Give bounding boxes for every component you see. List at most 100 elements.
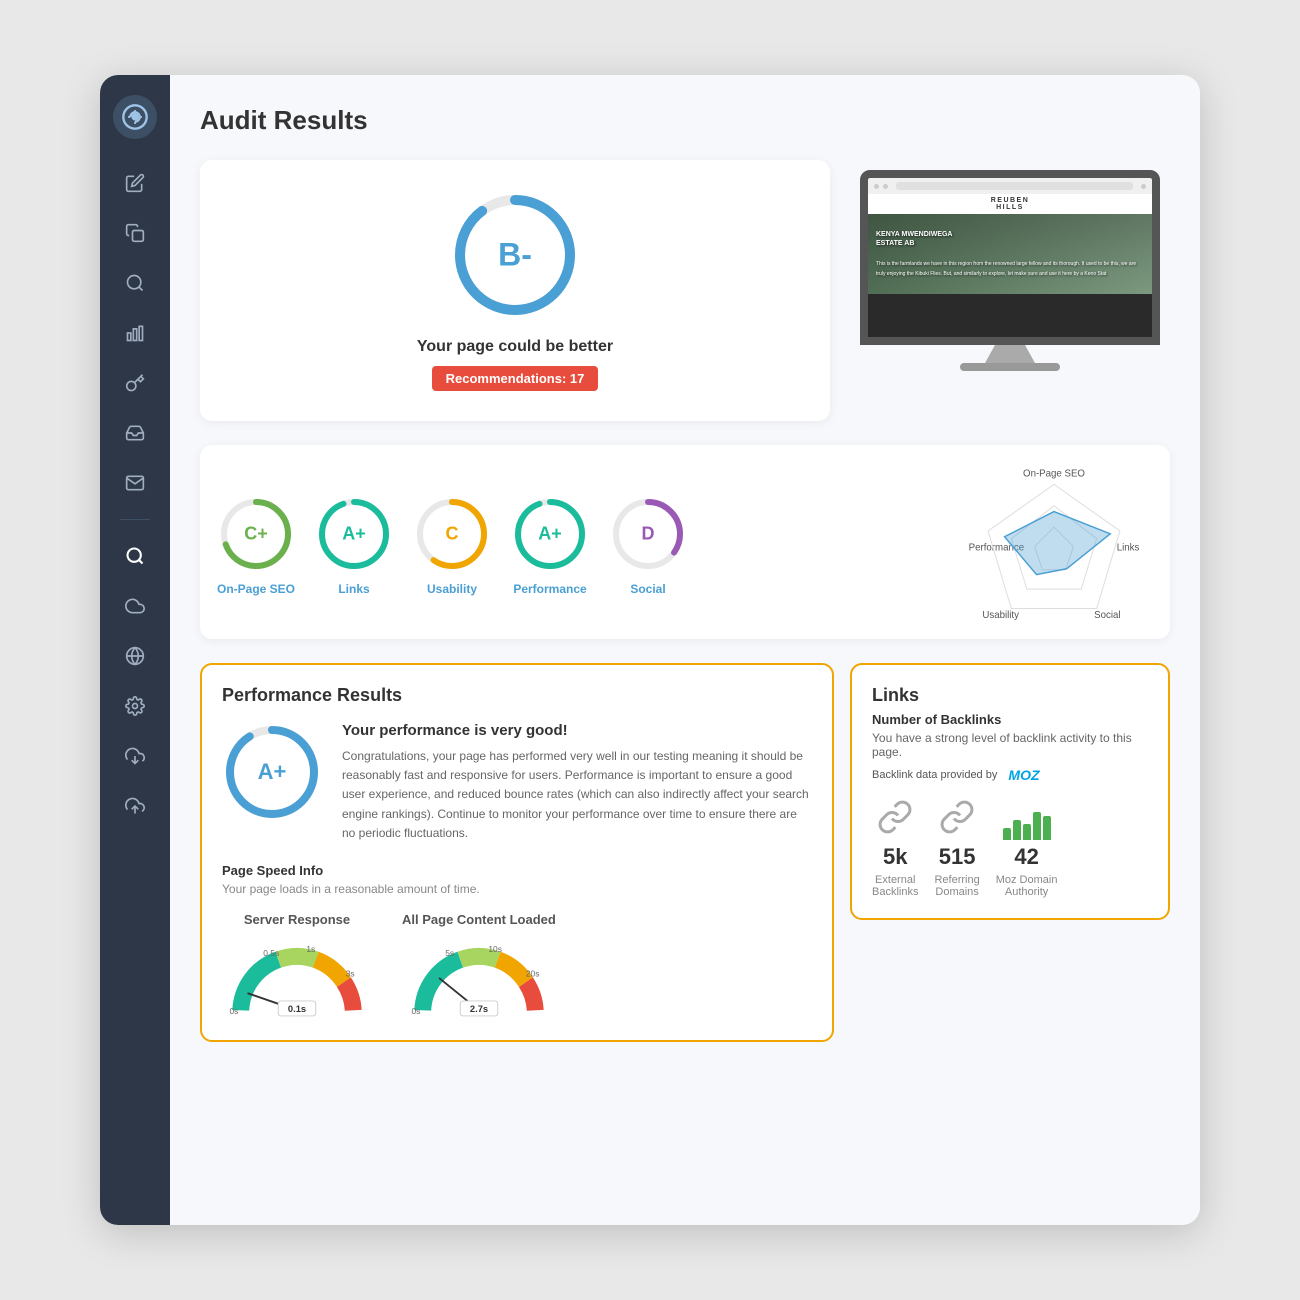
sidebar-item-settings[interactable] bbox=[115, 686, 155, 726]
performance-headline: Your performance is very good! bbox=[342, 722, 812, 739]
bar-2 bbox=[1013, 820, 1021, 840]
bar-chart-icon bbox=[1003, 804, 1051, 840]
backlinks-desc2: Backlink data provided by bbox=[872, 769, 997, 781]
overall-grade-label: B- bbox=[498, 237, 532, 274]
page-speed-title: Page Speed Info bbox=[222, 863, 812, 878]
score-grade-social: D bbox=[642, 524, 655, 545]
score-grade-seo: C+ bbox=[244, 524, 268, 545]
score-grade-performance: A+ bbox=[538, 524, 562, 545]
score-circle-seo: C+ bbox=[216, 494, 296, 574]
logo[interactable] bbox=[113, 95, 157, 139]
sidebar-item-inbox[interactable] bbox=[115, 413, 155, 453]
sidebar-item-upload[interactable] bbox=[115, 786, 155, 826]
bar-3 bbox=[1023, 824, 1031, 840]
monitor-base bbox=[960, 363, 1060, 371]
score-grade-links: A+ bbox=[342, 524, 366, 545]
page-title: Audit Results bbox=[200, 105, 1170, 136]
monitor-screen: REUBENHILLS KENYA MWENDIWEGAESTATE ABThi… bbox=[860, 170, 1160, 345]
app-container: Audit Results B- Your page could be bett… bbox=[100, 75, 1200, 1225]
bar-chart-mini bbox=[1003, 804, 1051, 840]
monitor-site-name: REUBENHILLS bbox=[868, 194, 1152, 214]
performance-description: Your performance is very good! Congratul… bbox=[342, 722, 812, 843]
score-label-social: Social bbox=[630, 582, 665, 596]
links-card-title: Links bbox=[872, 685, 1148, 706]
svg-text:0s: 0s bbox=[411, 1006, 420, 1016]
bottom-cards: Performance Results A+ Your performance … bbox=[200, 663, 1170, 1062]
bar-4 bbox=[1033, 812, 1041, 840]
score-item-links: A+ Links bbox=[314, 494, 394, 596]
svg-text:Social: Social bbox=[1094, 610, 1120, 621]
all-content-wrap: 0s 5s 10s 20s 2.7s bbox=[404, 935, 554, 1020]
recommendations-badge: Recommendations: 17 bbox=[432, 366, 599, 391]
monitor-browser-bar bbox=[868, 178, 1152, 194]
svg-text:Usability: Usability bbox=[982, 610, 1019, 621]
score-grade-usability: C bbox=[446, 524, 459, 545]
svg-text:On-Page SEO: On-Page SEO bbox=[1023, 469, 1085, 480]
sidebar-item-cloud-download[interactable] bbox=[115, 736, 155, 776]
score-circle-social: D bbox=[608, 494, 688, 574]
sidebar-item-search-sm[interactable] bbox=[115, 263, 155, 303]
sidebar-item-key[interactable] bbox=[115, 363, 155, 403]
page-speed-section: Page Speed Info Your page loads in a rea… bbox=[222, 863, 812, 1020]
score-item-seo: C+ On-Page SEO bbox=[216, 494, 296, 596]
sidebar-item-edit[interactable] bbox=[115, 163, 155, 203]
chain-icon-1 bbox=[877, 799, 913, 840]
stat-external-label: ExternalBacklinks bbox=[872, 874, 918, 898]
sidebar-item-cloud[interactable] bbox=[115, 586, 155, 626]
svg-text:0.1s: 0.1s bbox=[288, 1004, 306, 1014]
bar-1 bbox=[1003, 828, 1011, 840]
sidebar-item-globe[interactable] bbox=[115, 636, 155, 676]
sidebar-item-mail[interactable] bbox=[115, 463, 155, 503]
sidebar-item-copy[interactable] bbox=[115, 213, 155, 253]
score-circle-performance: A+ bbox=[510, 494, 590, 574]
stat-moz-value: 42 bbox=[1014, 844, 1038, 870]
performance-card-title: Performance Results bbox=[222, 685, 812, 706]
stat-referring-domains: 515 ReferringDomains bbox=[934, 799, 979, 898]
server-response-gauge: Server Response bbox=[222, 912, 372, 1020]
bar-5 bbox=[1043, 816, 1051, 840]
stat-moz-label: Moz DomainAuthority bbox=[996, 874, 1058, 898]
sidebar-item-search-active[interactable] bbox=[115, 536, 155, 576]
moz-logo: Backlink data provided by MOZ bbox=[872, 767, 1040, 783]
svg-text:Links: Links bbox=[1117, 542, 1140, 553]
moz-text: MOZ bbox=[1008, 767, 1039, 783]
svg-text:3s: 3s bbox=[346, 969, 355, 979]
svg-text:2.7s: 2.7s bbox=[470, 1004, 488, 1014]
monitor-hero: KENYA MWENDIWEGAESTATE ABThis is the far… bbox=[868, 214, 1152, 294]
chain-icon-2 bbox=[939, 799, 975, 840]
performance-desc-text: Congratulations, your page has performed… bbox=[342, 747, 812, 843]
svg-text:1s: 1s bbox=[306, 944, 315, 954]
sidebar-item-chart[interactable] bbox=[115, 313, 155, 353]
performance-grade-label: A+ bbox=[258, 759, 287, 785]
radar-chart: On-Page SEO Links Social Usability Perfo… bbox=[954, 465, 1154, 625]
score-label-seo: On-Page SEO bbox=[217, 582, 295, 596]
page-speed-sub: Your page loads in a reasonable amount o… bbox=[222, 882, 812, 896]
performance-card: Performance Results A+ Your performance … bbox=[200, 663, 834, 1042]
monitor-stand bbox=[985, 345, 1035, 363]
performance-grade-circle: A+ bbox=[222, 722, 322, 822]
gauges-row: Server Response bbox=[222, 912, 812, 1020]
svg-text:10s: 10s bbox=[488, 944, 502, 954]
stat-external-backlinks: 5k ExternalBacklinks bbox=[872, 799, 918, 898]
score-item-social: D Social bbox=[608, 494, 688, 596]
all-content-gauge: All Page Content Loaded bbox=[402, 912, 556, 1020]
stat-moz-authority: 42 Moz DomainAuthority bbox=[996, 804, 1058, 898]
monitor-dot-2 bbox=[883, 184, 888, 189]
svg-text:0s: 0s bbox=[230, 1006, 239, 1016]
score-item-usability: C Usability bbox=[412, 494, 492, 596]
links-card: Links Number of Backlinks You have a str… bbox=[850, 663, 1170, 920]
monitor-dot-3 bbox=[1141, 184, 1146, 189]
monitor-url-bar bbox=[896, 182, 1133, 190]
backlinks-desc1: You have a strong level of backlink acti… bbox=[872, 731, 1148, 759]
score-label-links: Links bbox=[338, 582, 369, 596]
monitor-panel: REUBENHILLS KENYA MWENDIWEGAESTATE ABThi… bbox=[850, 160, 1170, 421]
performance-top: A+ Your performance is very good! Congra… bbox=[222, 722, 812, 843]
score-circle-links: A+ bbox=[314, 494, 394, 574]
overall-grade-circle: B- bbox=[450, 190, 580, 320]
overall-message: Your page could be better bbox=[417, 338, 613, 356]
score-circle-usability: C bbox=[412, 494, 492, 574]
score-item-performance: A+ Performance bbox=[510, 494, 590, 596]
monitor-wrap: REUBENHILLS KENYA MWENDIWEGAESTATE ABThi… bbox=[860, 170, 1160, 371]
scores-section: C+ On-Page SEO A+ Links bbox=[200, 445, 1170, 639]
top-section: B- Your page could be better Recommendat… bbox=[200, 160, 1170, 421]
